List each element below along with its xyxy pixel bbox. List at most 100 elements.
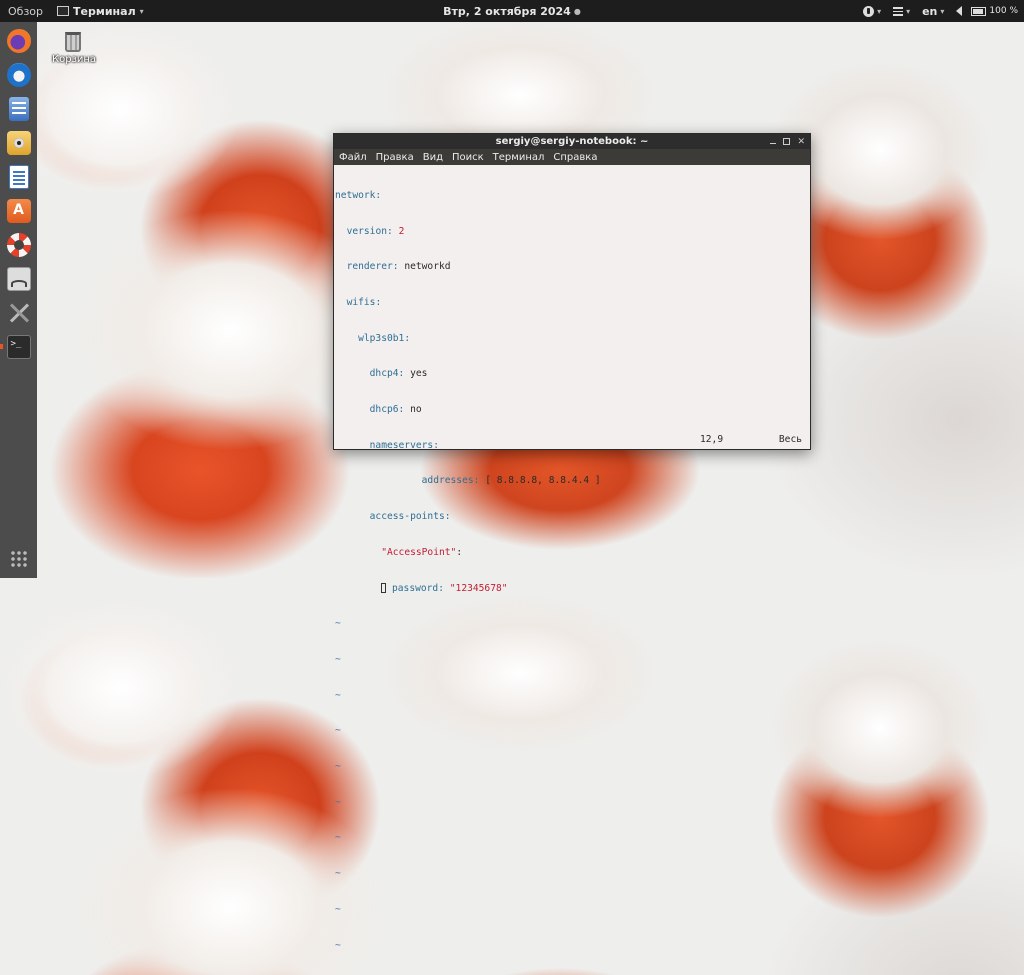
- menu-terminal[interactable]: Терминал: [493, 152, 545, 163]
- editor-line: "AccessPoint":: [335, 547, 810, 559]
- battery-label: 100 %: [989, 6, 1018, 16]
- system-menu[interactable]: 100 %: [956, 6, 1018, 16]
- yaml-key: version:: [346, 225, 393, 237]
- empty-line-marker: ~: [335, 761, 341, 773]
- editor-line: renderer: networkd: [335, 261, 810, 273]
- files-icon: [8, 96, 29, 121]
- menu-bar: Файл Правка Вид Поиск Терминал Справка: [334, 149, 810, 165]
- help-icon: [6, 232, 31, 257]
- chevron-down-icon: ▾: [906, 6, 911, 16]
- empty-line-marker: ~: [335, 832, 341, 844]
- yaml-key: password:: [392, 582, 444, 594]
- dock-item-writer[interactable]: [4, 162, 33, 191]
- editor-line: wlp3s0b1:: [335, 333, 810, 345]
- yaml-key: network:: [335, 189, 382, 201]
- language-menu[interactable]: en ▾: [922, 5, 944, 18]
- menu-search[interactable]: Поиск: [452, 152, 484, 163]
- yaml-key: wlp3s0b1:: [358, 332, 411, 344]
- yaml-value: networkd: [404, 261, 451, 273]
- chevron-down-icon: ▾: [940, 6, 945, 16]
- window-title: sergiy@sergiy-notebook: ~: [495, 136, 649, 147]
- empty-line-marker: ~: [335, 868, 341, 880]
- terminal-editor[interactable]: network: version: 2 renderer: networkd w…: [334, 165, 810, 951]
- software-icon: [6, 198, 31, 223]
- dock-item-files[interactable]: [4, 94, 33, 123]
- editor-line: version: 2: [335, 226, 810, 238]
- yaml-value: [ 8.8.8.8, 8.8.4.4 ]: [485, 475, 601, 487]
- firefox-icon: [6, 28, 31, 53]
- menu-file[interactable]: Файл: [339, 152, 367, 163]
- accessibility-menu[interactable]: ▾: [863, 5, 882, 17]
- trash-label: Корзина: [52, 54, 97, 65]
- yaml-key: renderer:: [346, 261, 399, 273]
- yaml-value: 2: [398, 225, 405, 237]
- empty-line-marker: ~: [335, 903, 341, 915]
- language-label: en: [922, 4, 938, 18]
- empty-line-marker: ~: [335, 618, 341, 630]
- app-menu[interactable]: Терминал ▾: [51, 5, 150, 18]
- dock-item-terminal[interactable]: [0, 332, 33, 361]
- activities-button[interactable]: Обзор: [0, 5, 51, 18]
- editor-line: wifis:: [335, 297, 810, 309]
- system-status-area: ▾ ▾ en ▾ 100 %: [863, 0, 1018, 22]
- thunderbird-icon: [6, 62, 31, 87]
- editor-line: addresses: [ 8.8.8.8, 8.8.4.4 ]: [335, 475, 810, 487]
- system-monitor-icon: [6, 266, 31, 291]
- editor-line: dhcp4: yes: [335, 368, 810, 380]
- notification-dot-icon: ●: [573, 6, 581, 16]
- empty-line-marker: ~: [335, 725, 341, 737]
- dock-item-rhythmbox[interactable]: [4, 128, 33, 157]
- dock: [0, 22, 37, 578]
- text-cursor: [381, 582, 387, 593]
- input-method-menu[interactable]: ▾: [893, 6, 911, 16]
- yaml-key: access-points:: [369, 511, 451, 523]
- empty-line-marker: ~: [335, 689, 341, 701]
- tools-icon: [7, 301, 31, 325]
- dock-item-firefox[interactable]: [4, 26, 33, 55]
- close-icon[interactable]: ✕: [797, 137, 805, 147]
- show-applications-icon[interactable]: [10, 550, 28, 568]
- menu-edit[interactable]: Правка: [376, 152, 414, 163]
- minimize-icon[interactable]: [770, 143, 777, 144]
- scroll-position: Весь: [778, 434, 802, 445]
- terminal-icon: [6, 334, 31, 359]
- yaml-value: no: [410, 404, 422, 416]
- menu-lines-icon: [893, 6, 904, 16]
- chevron-down-icon: ▾: [139, 6, 144, 16]
- window-titlebar[interactable]: sergiy@sergiy-notebook: ~ ✕: [334, 134, 810, 149]
- editor-line: network:: [335, 190, 810, 202]
- yaml-key: wifis:: [346, 296, 382, 308]
- yaml-key: dhcp6:: [369, 404, 405, 416]
- menu-view[interactable]: Вид: [423, 152, 443, 163]
- yaml-key: dhcp4:: [369, 368, 405, 380]
- dock-item-thunderbird[interactable]: [4, 60, 33, 89]
- datetime-label[interactable]: Втр, 2 октября 2024: [443, 5, 571, 18]
- writer-icon: [8, 164, 29, 189]
- chevron-down-icon: ▾: [877, 6, 882, 16]
- editor-line: password: "12345678": [335, 582, 810, 595]
- trash-icon: [65, 32, 81, 52]
- cursor-position: 12,9: [700, 434, 724, 445]
- yaml-string: "AccessPoint": [381, 546, 457, 558]
- maximize-icon[interactable]: [783, 138, 791, 145]
- terminal-icon: [57, 6, 70, 16]
- dock-item-tools[interactable]: [4, 298, 33, 327]
- dock-item-system-monitor[interactable]: [4, 264, 33, 293]
- dock-item-software[interactable]: [4, 196, 33, 225]
- rhythmbox-icon: [6, 130, 31, 155]
- editor-line: access-points:: [335, 511, 810, 523]
- battery-icon: [971, 6, 987, 16]
- yaml-string: "12345678": [449, 582, 508, 594]
- desktop-trash[interactable]: Корзина: [52, 32, 97, 65]
- dock-item-help[interactable]: [4, 230, 33, 259]
- menu-help[interactable]: Справка: [553, 152, 597, 163]
- top-bar: Обзор Терминал ▾ Втр, 2 октября 2024 ● ▾…: [0, 0, 1024, 22]
- terminal-window: sergiy@sergiy-notebook: ~ ✕ Файл Правка …: [333, 133, 811, 951]
- accessibility-icon: [863, 5, 875, 17]
- volume-icon: [956, 6, 963, 16]
- app-menu-label: Терминал: [73, 4, 136, 18]
- yaml-key: addresses:: [421, 475, 480, 487]
- empty-line-marker: ~: [335, 939, 341, 951]
- empty-line-marker: ~: [335, 796, 341, 808]
- editor-status-line: 12,9 Весь: [334, 434, 810, 446]
